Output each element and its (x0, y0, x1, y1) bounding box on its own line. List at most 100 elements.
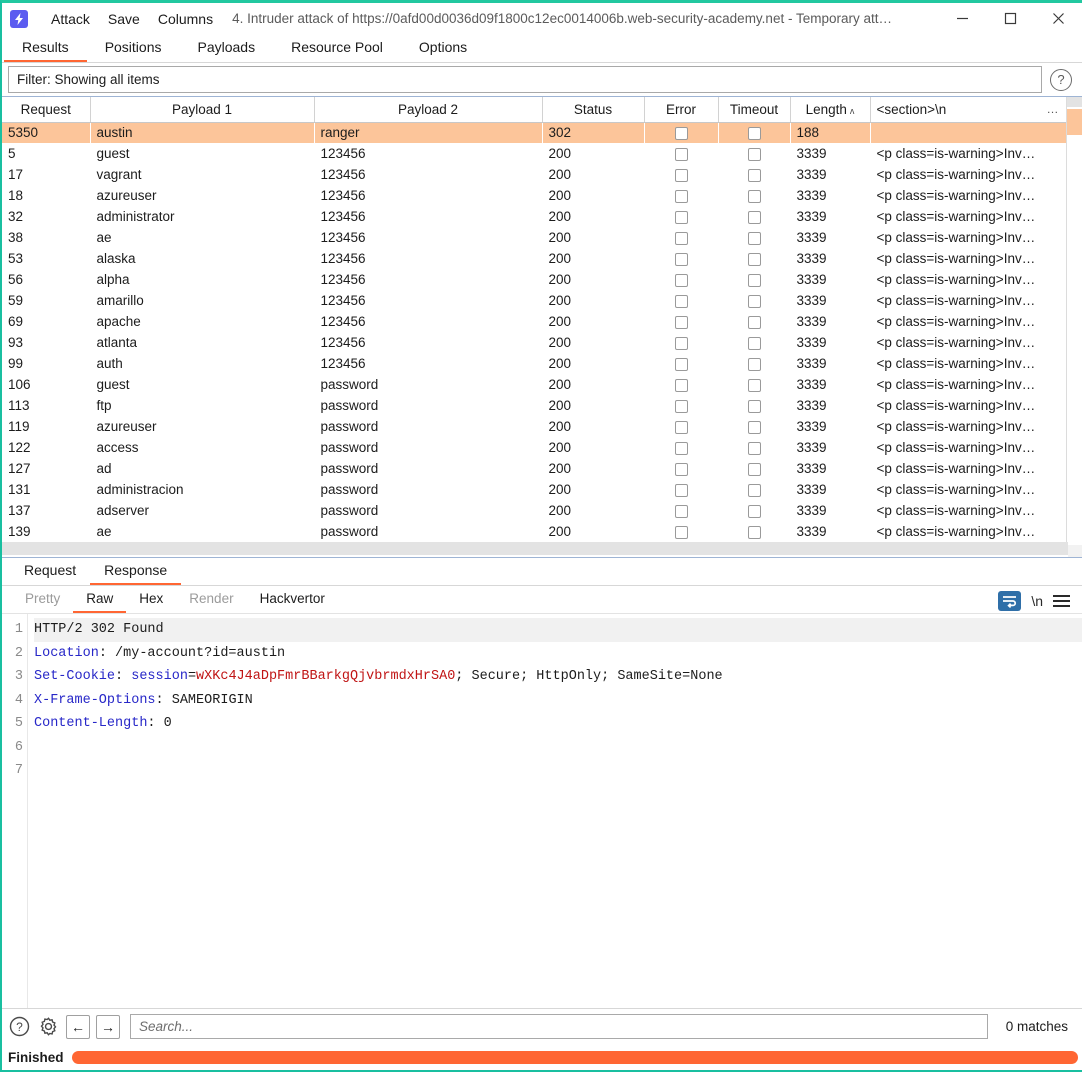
tab-request[interactable]: Request (10, 559, 90, 585)
results-table-container[interactable]: Request Payload 1 Payload 2 Status Error… (2, 96, 1082, 558)
error-checkbox-box[interactable] (674, 378, 688, 392)
error-checkbox-box[interactable] (674, 315, 688, 329)
gear-icon[interactable] (37, 1015, 60, 1038)
timeout-checkbox-box[interactable] (747, 273, 761, 287)
error-checkbox-box[interactable] (674, 357, 688, 371)
error-checkbox-box[interactable] (674, 441, 688, 455)
error-checkbox-box[interactable] (674, 252, 688, 266)
cell-error-checkbox[interactable] (644, 122, 718, 143)
table-row[interactable]: 56 alpha 123456 200 3339 <p class=is-warning>… (2, 269, 1066, 290)
cell-error-checkbox[interactable] (644, 416, 718, 437)
error-checkbox-box[interactable] (674, 273, 688, 287)
timeout-checkbox-box[interactable] (747, 189, 761, 203)
timeout-checkbox-box[interactable] (747, 210, 761, 224)
timeout-checkbox-box[interactable] (747, 294, 761, 308)
error-checkbox-box[interactable] (674, 189, 688, 203)
cell-timeout-checkbox[interactable] (718, 458, 790, 479)
table-row[interactable]: 106 guest password 200 3339 <p class=is-warni… (2, 374, 1066, 395)
cell-error-checkbox[interactable] (644, 479, 718, 500)
cell-error-checkbox[interactable] (644, 248, 718, 269)
error-checkbox-box[interactable] (674, 462, 688, 476)
cell-timeout-checkbox[interactable] (718, 374, 790, 395)
timeout-checkbox-box[interactable] (747, 504, 761, 518)
column-overflow-icon[interactable]: … (1047, 102, 1060, 116)
cell-timeout-checkbox[interactable] (718, 353, 790, 374)
menu-columns[interactable]: Columns (149, 9, 222, 29)
table-row[interactable]: 32 administrator 123456 200 3339 <p class=is-… (2, 206, 1066, 227)
cell-error-checkbox[interactable] (644, 164, 718, 185)
tab-results[interactable]: Results (4, 36, 87, 62)
cell-error-checkbox[interactable] (644, 458, 718, 479)
results-vertical-scrollbar[interactable] (1066, 97, 1082, 557)
table-row[interactable]: 59 amarillo 123456 200 3339 <p class=is-warni… (2, 290, 1066, 311)
cell-timeout-checkbox[interactable] (718, 521, 790, 542)
search-prev-button[interactable]: ← (66, 1014, 90, 1039)
timeout-checkbox-box[interactable] (747, 462, 761, 476)
table-row[interactable]: 137 adserver password 200 3339 <p class=is-wa… (2, 500, 1066, 521)
menu-save[interactable]: Save (99, 9, 149, 29)
error-checkbox-box[interactable] (674, 294, 688, 308)
response-raw-text[interactable]: HTTP/2 302 Found Location: /my-account?id… (28, 614, 1082, 1008)
col-header-payload1[interactable]: Payload 1 (90, 97, 315, 123)
error-checkbox-box[interactable] (674, 231, 688, 245)
table-row[interactable]: 119 azureuser password 200 3339 <p class=is-w… (2, 416, 1066, 437)
col-header-length[interactable]: Length ʌ (790, 97, 871, 123)
timeout-checkbox-box[interactable] (747, 315, 761, 329)
error-checkbox-box[interactable] (674, 127, 688, 141)
hamburger-menu-icon[interactable] (1053, 595, 1070, 607)
table-row[interactable]: 38 ae 123456 200 3339 <p class=is-warning>Inv… (2, 227, 1066, 248)
error-checkbox-box[interactable] (674, 420, 688, 434)
error-checkbox-box[interactable] (674, 483, 688, 497)
cell-error-checkbox[interactable] (644, 521, 718, 542)
cell-error-checkbox[interactable] (644, 332, 718, 353)
col-header-section[interactable]: <section>\n… (870, 97, 1067, 123)
cell-error-checkbox[interactable] (644, 500, 718, 521)
cell-error-checkbox[interactable] (644, 227, 718, 248)
timeout-checkbox-box[interactable] (747, 483, 761, 497)
cell-timeout-checkbox[interactable] (718, 479, 790, 500)
scroll-track-bottom[interactable] (1067, 545, 1082, 557)
col-header-request[interactable]: Request (2, 97, 91, 123)
cell-timeout-checkbox[interactable] (718, 332, 790, 353)
table-row[interactable]: 5 guest 123456 200 3339 <p class=is-warning>I… (2, 143, 1066, 164)
table-row[interactable]: 5350 austin ranger 302 188 (2, 122, 1066, 143)
maximize-icon[interactable] (986, 3, 1034, 34)
tab-response[interactable]: Response (90, 559, 182, 585)
cell-timeout-checkbox[interactable] (718, 437, 790, 458)
view-tab-hex[interactable]: Hex (126, 589, 176, 613)
timeout-checkbox-box[interactable] (747, 378, 761, 392)
table-row[interactable]: 69 apache 123456 200 3339 <p class=is-warning… (2, 311, 1066, 332)
timeout-checkbox-box[interactable] (747, 399, 761, 413)
cell-error-checkbox[interactable] (644, 290, 718, 311)
error-checkbox-box[interactable] (674, 525, 688, 539)
help-icon[interactable]: ? (8, 1015, 31, 1038)
col-header-payload2[interactable]: Payload 2 (314, 97, 543, 123)
table-row[interactable]: 122 access password 200 3339 <p class=is-warn… (2, 437, 1066, 458)
results-horizontal-scrollbar[interactable] (2, 542, 1068, 557)
cell-timeout-checkbox[interactable] (718, 500, 790, 521)
table-row[interactable]: 93 atlanta 123456 200 3339 <p class=is-warnin… (2, 332, 1066, 353)
horizontal-scroll-thumb[interactable] (2, 542, 1068, 555)
cell-error-checkbox[interactable] (644, 395, 718, 416)
minimize-icon[interactable] (938, 3, 986, 34)
cell-timeout-checkbox[interactable] (718, 122, 790, 143)
cell-error-checkbox[interactable] (644, 437, 718, 458)
tab-positions[interactable]: Positions (87, 36, 180, 62)
cell-error-checkbox[interactable] (644, 311, 718, 332)
menu-attack[interactable]: Attack (42, 9, 99, 29)
col-header-status[interactable]: Status (542, 97, 645, 123)
cell-error-checkbox[interactable] (644, 185, 718, 206)
cell-timeout-checkbox[interactable] (718, 227, 790, 248)
cell-timeout-checkbox[interactable] (718, 416, 790, 437)
cell-error-checkbox[interactable] (644, 269, 718, 290)
table-row[interactable]: 139 ae password 200 3339 <p class=is-warning>… (2, 521, 1066, 542)
error-checkbox-box[interactable] (674, 399, 688, 413)
table-row[interactable]: 99 auth 123456 200 3339 <p class=is-warning>I… (2, 353, 1066, 374)
error-checkbox-box[interactable] (674, 210, 688, 224)
view-tab-render[interactable]: Render (176, 589, 246, 613)
timeout-checkbox-box[interactable] (747, 336, 761, 350)
filter-help-icon[interactable]: ? (1050, 68, 1072, 91)
cell-timeout-checkbox[interactable] (718, 290, 790, 311)
timeout-checkbox-box[interactable] (747, 127, 761, 141)
cell-error-checkbox[interactable] (644, 353, 718, 374)
